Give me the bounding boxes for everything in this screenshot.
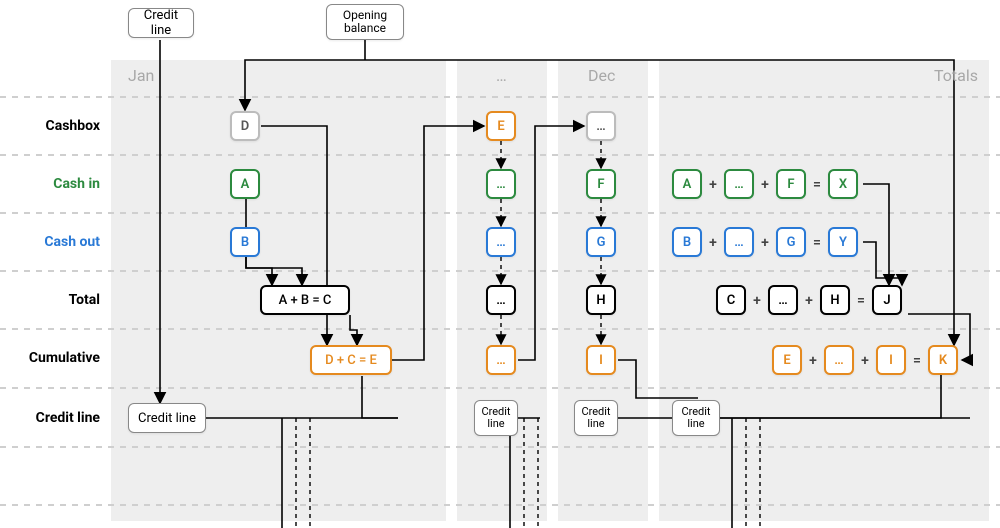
dec-cash-in: F xyxy=(586,169,616,199)
header-opening-balance: Opening balance xyxy=(326,4,404,40)
dec-cumulative: I xyxy=(586,345,616,375)
jan-credit-line: Credit line xyxy=(128,403,206,433)
tot-cashin-a: A xyxy=(672,169,702,199)
tot-cum-a: E xyxy=(772,345,802,375)
op-plus: + xyxy=(706,177,720,193)
col-label-jan: Jan xyxy=(128,66,154,85)
mid-cumulative: … xyxy=(486,345,516,375)
jan-cash-out: B xyxy=(230,227,260,257)
tot-total-b: … xyxy=(768,285,798,315)
tot-cashout-r: Y xyxy=(828,227,858,257)
jan-cash-in: A xyxy=(230,169,260,199)
row-label-cash-out: Cash out xyxy=(0,234,100,250)
tot-cashout-c: G xyxy=(776,227,806,257)
dec-cash-out: G xyxy=(586,227,616,257)
mid-cash-out: … xyxy=(486,227,516,257)
jan-cashbox: D xyxy=(230,111,260,141)
tot-cum-c: I xyxy=(876,345,906,375)
tot-cashin-r: X xyxy=(828,169,858,199)
mid-cashbox: E xyxy=(486,111,516,141)
mid-cash-in: … xyxy=(486,169,516,199)
tot-cashout-a: B xyxy=(672,227,702,257)
totals-credit-line: Credit line xyxy=(672,400,720,436)
row-label-credit-line: Credit line xyxy=(0,410,100,426)
col-label-dec: Dec xyxy=(588,66,615,85)
header-credit-line: Credit line xyxy=(128,8,194,38)
tot-cum-b: … xyxy=(824,345,854,375)
tot-total-c: H xyxy=(820,285,850,315)
mid-credit-line: Credit line xyxy=(474,400,518,436)
op-plus: + xyxy=(758,177,772,193)
row-label-cashbox: Cashbox xyxy=(0,118,100,134)
col-label-totals: Totals xyxy=(934,66,978,85)
tot-cum-r: K xyxy=(928,345,958,375)
op-eq: = xyxy=(810,177,824,193)
jan-cumulative: D + C = E xyxy=(310,345,392,375)
tot-cashin-b: … xyxy=(724,169,754,199)
mid-total: … xyxy=(486,285,516,315)
tot-cashin-c: F xyxy=(776,169,806,199)
jan-total: A + B = C xyxy=(260,285,350,315)
col-label-mid: … xyxy=(496,66,507,85)
dec-total: H xyxy=(586,285,616,315)
tot-total-a: C xyxy=(716,285,746,315)
row-label-total: Total xyxy=(0,292,100,308)
tot-total-r: J xyxy=(872,285,902,315)
tot-cashout-b: … xyxy=(724,227,754,257)
dec-credit-line: Credit line xyxy=(574,400,618,436)
row-label-cumulative: Cumulative xyxy=(0,350,100,366)
dec-cashbox: … xyxy=(586,111,616,141)
row-label-cash-in: Cash in xyxy=(0,176,100,192)
